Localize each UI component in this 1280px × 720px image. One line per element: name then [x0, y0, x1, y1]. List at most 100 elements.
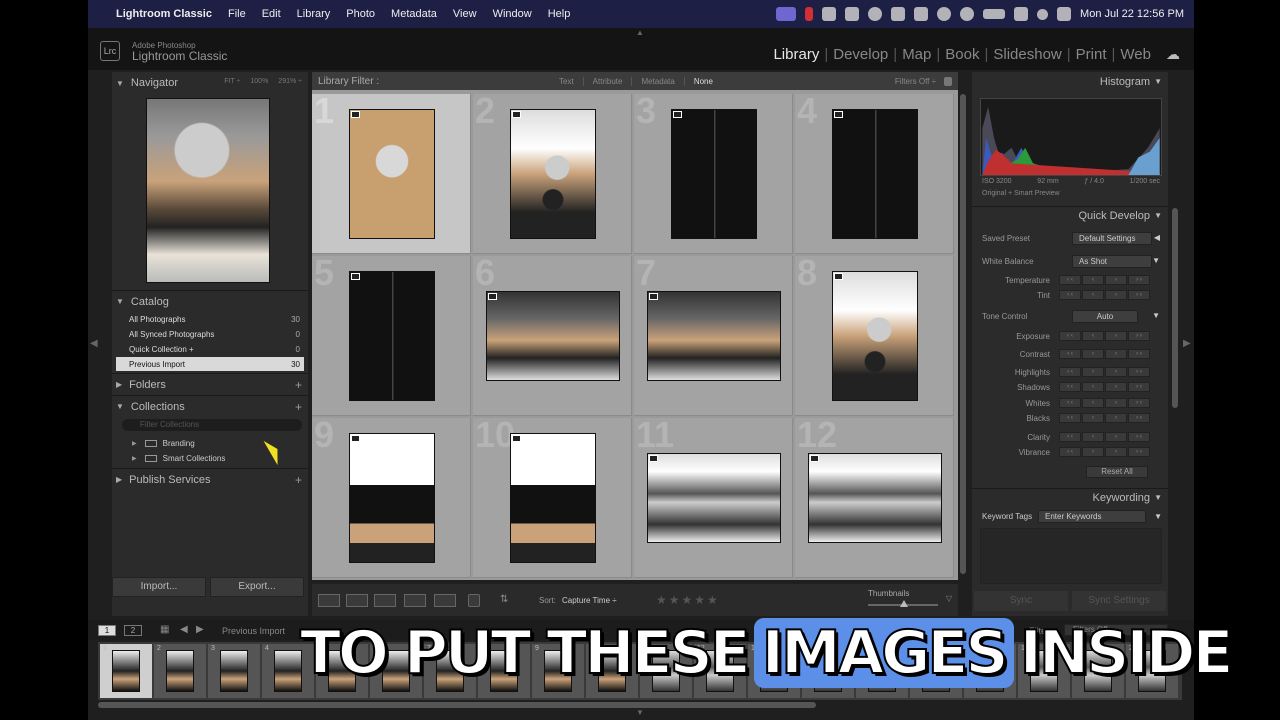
- people-view-icon[interactable]: [434, 594, 456, 607]
- keyword-tags-select[interactable]: Enter Keywords: [1038, 510, 1146, 523]
- photo-thumbnail[interactable]: [646, 291, 781, 381]
- painter-icon[interactable]: [468, 594, 480, 607]
- grid-cell[interactable]: 10: [473, 414, 632, 578]
- whites-buttons[interactable]: ‹ ‹ ‹ › › ›: [1059, 398, 1150, 408]
- module-print[interactable]: Print: [1071, 46, 1112, 63]
- white-balance-select[interactable]: As Shot: [1072, 255, 1152, 268]
- screen-record-icon[interactable]: [776, 7, 797, 21]
- export-button[interactable]: Export...: [210, 577, 304, 597]
- tint-buttons[interactable]: ‹ ‹ ‹ › › ›: [1059, 290, 1150, 300]
- menu-file[interactable]: File: [220, 8, 254, 20]
- grid-cell[interactable]: 1: [312, 90, 471, 254]
- grid-cell[interactable]: 2: [473, 90, 632, 254]
- grid-cell[interactable]: 7: [634, 252, 793, 416]
- photo-thumbnail[interactable]: [646, 453, 781, 543]
- sort-direction-icon[interactable]: ⇅: [500, 594, 508, 605]
- highlights-buttons[interactable]: ‹ ‹ ‹ › › ›: [1059, 367, 1150, 377]
- module-develop[interactable]: Develop: [828, 46, 893, 63]
- zoom-291[interactable]: 291% ÷: [278, 78, 302, 85]
- control-center-icon[interactable]: [1057, 7, 1072, 21]
- zoom-100[interactable]: 100%: [250, 78, 268, 85]
- menu-window[interactable]: Window: [485, 8, 540, 20]
- import-button[interactable]: Import...: [112, 577, 206, 597]
- sync-settings-button[interactable]: Sync Settings: [1072, 591, 1166, 611]
- collections-header[interactable]: ▼ Collections +: [112, 395, 308, 417]
- module-slideshow[interactable]: Slideshow: [988, 46, 1066, 63]
- photo-thumbnail[interactable]: [509, 433, 596, 563]
- module-web[interactable]: Web: [1115, 46, 1156, 63]
- auto-tone-button[interactable]: Auto: [1072, 310, 1138, 323]
- right-scrollbar[interactable]: [1172, 208, 1178, 408]
- photo-thumbnail[interactable]: [485, 291, 620, 381]
- grid-scrollbar[interactable]: [960, 94, 966, 574]
- filters-off-select[interactable]: Filters Off ÷: [895, 77, 936, 86]
- grid-cell[interactable]: 9: [312, 414, 471, 578]
- menu-view[interactable]: View: [445, 8, 485, 20]
- grid-cell[interactable]: 12: [795, 414, 954, 578]
- shadows-buttons[interactable]: ‹ ‹ ‹ › › ›: [1059, 382, 1150, 392]
- menu-photo[interactable]: Photo: [338, 8, 383, 20]
- filter-tab-text[interactable]: Text: [550, 76, 584, 86]
- grammarly-icon[interactable]: [868, 7, 883, 21]
- catalog-previous-import[interactable]: Previous Import 30: [116, 357, 304, 371]
- grid-cell[interactable]: 3: [634, 90, 793, 254]
- right-panel-toggle-icon[interactable]: ▶: [1183, 338, 1191, 349]
- collapse-icon[interactable]: ▼: [1154, 512, 1162, 521]
- grid-cell[interactable]: 11: [634, 414, 793, 578]
- search-icon[interactable]: [1037, 8, 1049, 20]
- photo-thumbnail[interactable]: [807, 453, 942, 543]
- exposure-buttons[interactable]: ‹ ‹ ‹ › › ›: [1059, 331, 1150, 341]
- catalog-quick-collection[interactable]: Quick Collection +0: [116, 342, 304, 356]
- reset-all-button[interactable]: Reset All: [1086, 466, 1148, 478]
- sort-select[interactable]: Capture Time ÷: [562, 596, 617, 605]
- blacks-buttons[interactable]: ‹ ‹ ‹ › › ›: [1059, 413, 1150, 423]
- clarity-buttons[interactable]: ‹ ‹ ‹ › › ›: [1059, 432, 1150, 442]
- top-panel-toggle-icon[interactable]: ▲: [636, 28, 644, 37]
- window-2-button[interactable]: 2: [124, 625, 142, 636]
- navigator-preview[interactable]: [146, 98, 270, 283]
- drive-icon[interactable]: [845, 7, 860, 21]
- zoom-fit[interactable]: FIT ÷: [224, 78, 240, 85]
- photo-thumbnail[interactable]: [670, 109, 757, 239]
- app-menu[interactable]: Lightroom Classic: [108, 8, 220, 20]
- back-icon[interactable]: ◀: [180, 624, 188, 635]
- forward-icon[interactable]: ▶: [196, 624, 204, 635]
- toolbar-menu-icon[interactable]: ▽: [946, 594, 952, 603]
- filter-tab-attribute[interactable]: Attribute: [584, 76, 633, 86]
- add-collection-icon[interactable]: +: [295, 400, 302, 414]
- filter-tab-none[interactable]: None: [685, 77, 722, 86]
- filmstrip-scrollbar[interactable]: [98, 702, 816, 708]
- histogram-header[interactable]: Histogram ▼: [972, 73, 1168, 91]
- collapse-icon[interactable]: ▼: [1152, 256, 1160, 265]
- grid-icon[interactable]: ▦: [160, 624, 169, 635]
- expand-icon[interactable]: ◀: [1154, 233, 1160, 242]
- menubar-clock[interactable]: Mon Jul 22 12:56 PM: [1080, 8, 1184, 20]
- window-1-button[interactable]: 1: [98, 625, 116, 636]
- survey-view-icon[interactable]: [404, 594, 426, 607]
- antenna-icon[interactable]: [914, 7, 929, 21]
- battery-icon[interactable]: [983, 9, 1006, 19]
- play-icon[interactable]: [937, 7, 952, 21]
- collapse-icon[interactable]: ▼: [1152, 311, 1160, 320]
- sync-button[interactable]: Sync: [974, 591, 1068, 611]
- bottom-panel-toggle-icon[interactable]: ▼: [636, 708, 644, 717]
- grid-view-icon[interactable]: [318, 594, 340, 607]
- rating-stars[interactable]: ★★★★★: [656, 593, 720, 607]
- vibrance-buttons[interactable]: ‹ ‹ ‹ › › ›: [1059, 447, 1150, 457]
- lock-icon[interactable]: [944, 76, 952, 86]
- catalog-header[interactable]: ▼ Catalog: [112, 290, 308, 312]
- wifi-icon[interactable]: [1014, 7, 1029, 21]
- filmstrip-source[interactable]: Previous Import: [222, 626, 285, 636]
- filter-collections-input[interactable]: Filter Collections: [122, 419, 302, 431]
- compare-view-icon[interactable]: [374, 594, 396, 607]
- contrast-buttons[interactable]: ‹ ‹ ‹ › › ›: [1059, 349, 1150, 359]
- stop-icon[interactable]: [805, 7, 814, 21]
- filmstrip-thumbnail[interactable]: 1: [100, 644, 152, 698]
- module-library[interactable]: Library: [768, 46, 824, 63]
- left-panel-toggle-icon[interactable]: ◀: [90, 338, 98, 349]
- grid-cell[interactable]: 6: [473, 252, 632, 416]
- photo-thumbnail[interactable]: [509, 109, 596, 239]
- add-publish-icon[interactable]: +: [295, 473, 302, 487]
- menu-library[interactable]: Library: [289, 8, 339, 20]
- grid-cell[interactable]: 5: [312, 252, 471, 416]
